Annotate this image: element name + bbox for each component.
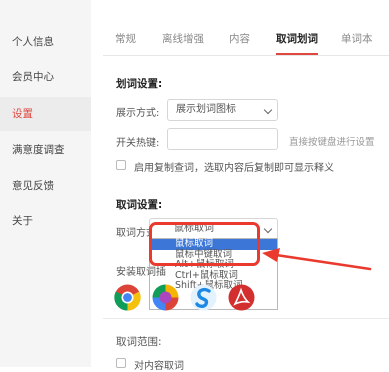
hotkey-input[interactable] [167,128,278,150]
acrobat-icon[interactable] [228,284,255,311]
sidebar-item-about[interactable]: 关于 [0,204,91,238]
active-tab-indicator [276,53,318,55]
tab-word-lookup[interactable]: 取词划词 [276,31,318,46]
tab-offline-enhance[interactable]: 离线增强 [162,31,204,46]
sidebar-item-personal-info[interactable]: 个人信息 [0,25,91,59]
scope-option-label: 对内容取词 [134,361,184,372]
chrome-icon[interactable] [114,284,141,311]
sidebar-item-satisfaction-survey[interactable]: 满意度调查 [0,133,91,167]
tab-wordbook[interactable]: 单词本 [341,31,373,46]
sidebar: 个人信息 会员中心 设置 满意度调查 意见反馈 关于 [0,0,91,367]
copy-lookup-checkbox[interactable] [116,160,126,170]
chevron-down-icon [263,224,273,234]
browser-plugin-label: 安装取词插 [116,267,166,278]
sidebar-item-member-center[interactable]: 会员中心 [0,60,91,94]
lookup-section-title: 取词设置: [116,199,163,211]
display-mode-label: 展示方式: [116,108,160,119]
tabs-divider [103,55,389,56]
sidebar-item-feedback[interactable]: 意见反馈 [0,169,91,203]
hotkey-label: 开关热键: [116,138,160,149]
display-mode-select[interactable]: 展示划词图标 [167,99,278,121]
chromium-colorful-icon[interactable] [152,284,179,311]
annotation-arrow-icon [262,248,372,271]
highlight-section-title: 划词设置: [116,78,163,90]
copy-lookup-label: 启用复制查词，选取内容后复制即可显示释义 [134,163,334,174]
chevron-down-icon [263,105,273,115]
tab-general[interactable]: 常规 [115,31,136,46]
display-mode-value: 展示划词图标 [176,104,236,115]
sogou-browser-icon[interactable] [190,284,217,311]
annotation-highlight-box [149,222,260,266]
scope-section-title: 取词范围: [116,336,162,348]
sidebar-item-settings[interactable]: 设置 [0,97,91,131]
tab-content[interactable]: 内容 [229,31,250,46]
divider [103,318,389,319]
hotkey-hint: 直接按键盘进行设置 [289,137,375,148]
